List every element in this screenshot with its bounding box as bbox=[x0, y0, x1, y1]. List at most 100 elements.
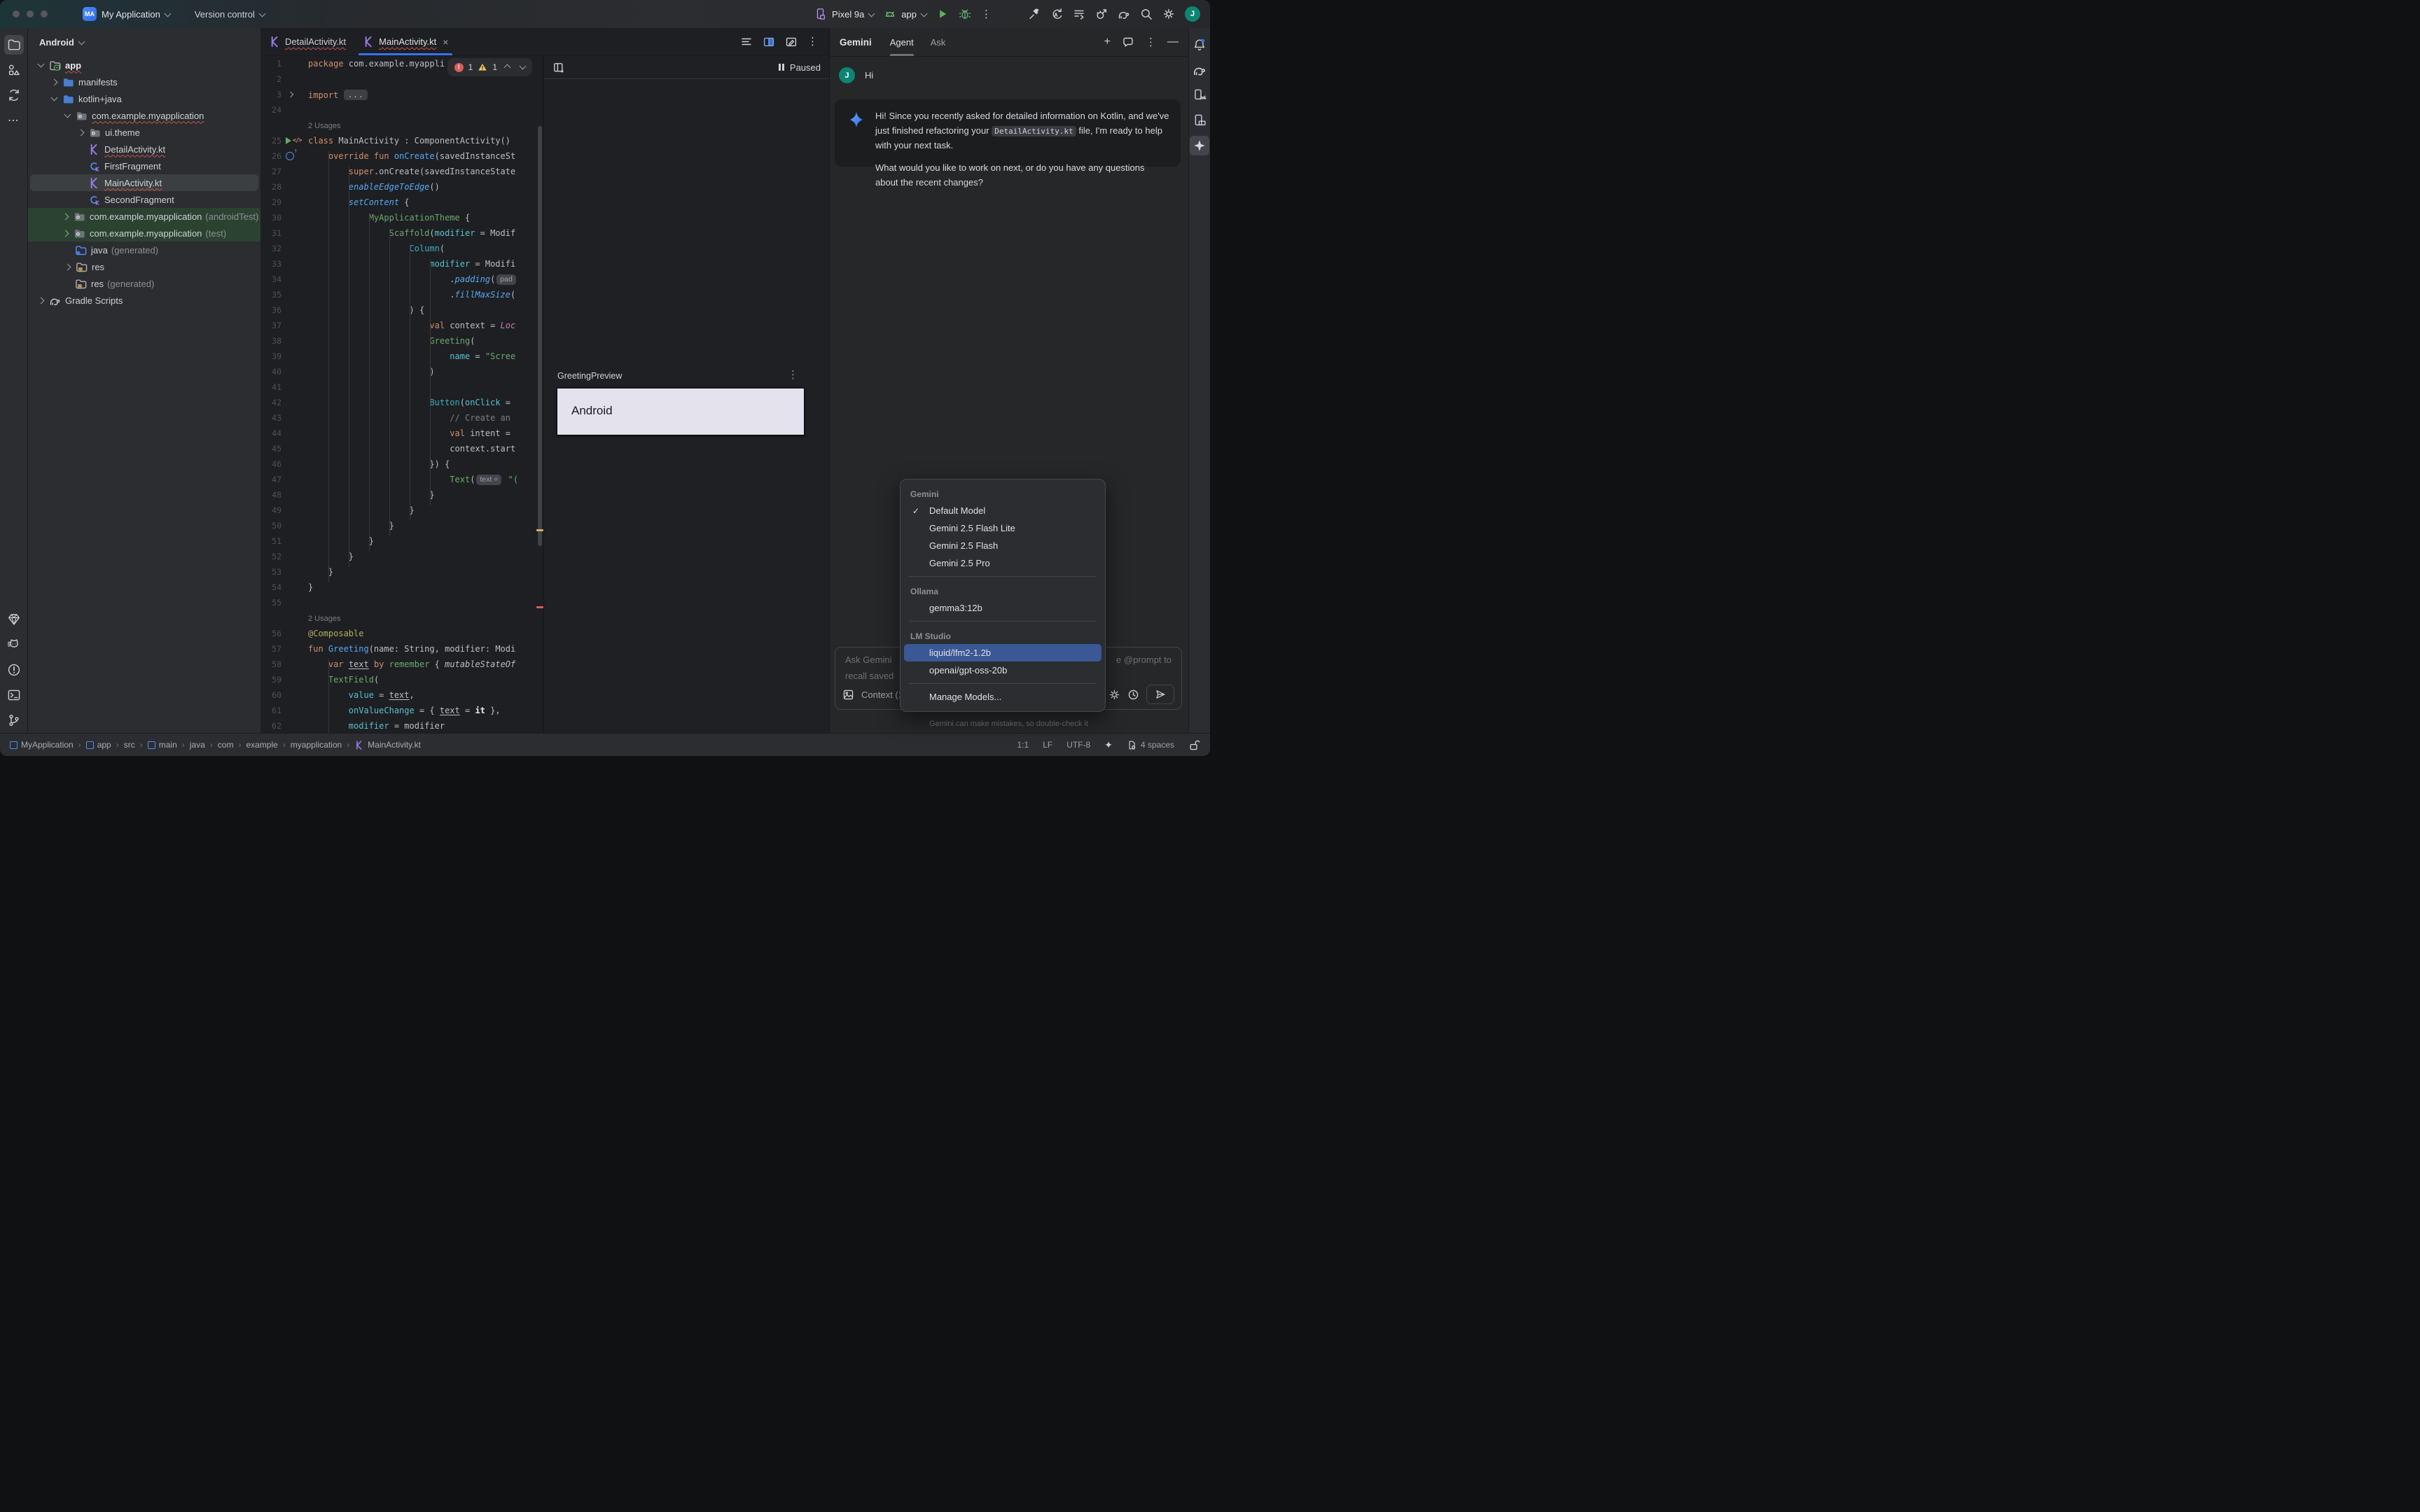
project-selector[interactable]: My Application bbox=[97, 9, 170, 20]
menu-item-gemma3-12b[interactable]: gemma3:12b bbox=[904, 599, 1101, 617]
device-manager-button[interactable] bbox=[1073, 8, 1085, 20]
logcat-icon[interactable] bbox=[4, 635, 24, 654]
breadcrumb-main[interactable]: main bbox=[148, 740, 177, 750]
preview-layout-icon[interactable] bbox=[552, 62, 564, 74]
run-gutter-icon[interactable] bbox=[286, 137, 291, 144]
tree-item-res[interactable]: res(generated) bbox=[30, 275, 258, 292]
file-encoding[interactable]: UTF-8 bbox=[1066, 740, 1090, 750]
tree-chevron-icon[interactable] bbox=[64, 263, 71, 270]
code-line-30[interactable]: 30 MyApplicationTheme { bbox=[260, 210, 543, 225]
warning-stripe-mark[interactable] bbox=[536, 529, 543, 531]
tree-item-secondfragment[interactable]: SecondFragment bbox=[30, 191, 258, 208]
next-error-icon[interactable] bbox=[520, 63, 527, 70]
build-button[interactable] bbox=[1028, 8, 1041, 20]
indent-widget[interactable]: 4 spaces bbox=[1127, 740, 1174, 750]
code-line-46[interactable]: 46 }) { bbox=[260, 456, 543, 472]
vcs-widget[interactable]: Version control bbox=[190, 9, 265, 20]
notifications-icon[interactable] bbox=[1190, 35, 1209, 55]
code-line-58[interactable]: 58 var text by remember { mutableStateOf bbox=[260, 657, 543, 672]
terminal-icon[interactable] bbox=[4, 685, 24, 705]
running-devices-icon[interactable] bbox=[1190, 111, 1209, 130]
tree-item-com-example-myapplication[interactable]: com.example.myapplication(test) bbox=[28, 225, 260, 241]
code-line-50[interactable]: 50 } bbox=[260, 518, 543, 533]
tree-item-com-example-myapplication[interactable]: com.example.myapplication(androidTest) bbox=[28, 208, 260, 225]
caret-position[interactable]: 1:1 bbox=[1017, 740, 1029, 750]
tree-item-java[interactable]: java(generated) bbox=[30, 241, 258, 258]
code-line-57[interactable]: 57fun Greeting(name: String, modifier: M… bbox=[260, 641, 543, 657]
device-selector[interactable]: Pixel 9a bbox=[814, 8, 874, 20]
search-everywhere-button[interactable] bbox=[1140, 8, 1153, 20]
tree-item-manifests[interactable]: manifests bbox=[30, 74, 258, 90]
tree-item-res[interactable]: res bbox=[30, 258, 258, 275]
code-line-34[interactable]: 34 .padding(pad bbox=[260, 272, 543, 287]
window-minimize-button[interactable] bbox=[27, 10, 34, 18]
tab-ask[interactable]: Ask bbox=[931, 28, 946, 56]
user-avatar[interactable]: J bbox=[1185, 6, 1200, 22]
code-line-43[interactable]: 43 // Create an bbox=[260, 410, 543, 426]
usages-inlay-hint[interactable]: 2 Usages bbox=[260, 118, 543, 133]
prompt-settings-gear-icon[interactable] bbox=[1108, 689, 1120, 701]
device-manager-icon[interactable] bbox=[1190, 85, 1209, 105]
tree-item-app[interactable]: app bbox=[30, 57, 258, 74]
design-view-icon[interactable] bbox=[785, 36, 798, 48]
breadcrumb-src[interactable]: src bbox=[124, 740, 135, 750]
code-line-56[interactable]: 56@Composable bbox=[260, 626, 543, 641]
problems-icon[interactable] bbox=[4, 660, 24, 680]
close-tab-icon[interactable]: × bbox=[443, 36, 448, 48]
tree-chevron-icon[interactable] bbox=[62, 230, 69, 237]
tree-chevron-icon[interactable] bbox=[78, 129, 85, 136]
breadcrumb-app[interactable]: app bbox=[86, 740, 111, 750]
code-line-37[interactable]: 37 val context = Loc bbox=[260, 318, 543, 333]
code-line-42[interactable]: 42 Button(onClick = bbox=[260, 395, 543, 410]
breadcrumb-myapplication[interactable]: MyApplication bbox=[10, 740, 74, 750]
preview-canvas[interactable]: Android bbox=[557, 388, 805, 435]
code-line-47[interactable]: 47 Text(text = "( bbox=[260, 472, 543, 487]
code-editor[interactable]: 1package com.example.myappli23import ...… bbox=[260, 56, 543, 733]
tree-item-ui-theme[interactable]: ui.theme bbox=[30, 124, 258, 141]
run-configuration-selector[interactable]: app bbox=[884, 8, 926, 20]
code-line-48[interactable]: 48 } bbox=[260, 487, 543, 503]
code-line-28[interactable]: 28 enableEdgeToEdge() bbox=[260, 179, 543, 195]
prev-error-icon[interactable] bbox=[504, 64, 511, 71]
fold-gutter-icon[interactable] bbox=[288, 92, 293, 97]
tree-chevron-icon[interactable] bbox=[64, 111, 71, 118]
prompt-history-clock-icon[interactable] bbox=[1127, 689, 1139, 701]
tree-chevron-icon[interactable] bbox=[38, 297, 45, 304]
code-view-icon[interactable] bbox=[740, 36, 753, 48]
split-view-icon[interactable] bbox=[763, 36, 775, 48]
more-run-options-button[interactable]: ⋮ bbox=[981, 9, 992, 20]
debug-button[interactable] bbox=[959, 8, 971, 20]
tree-chevron-icon[interactable] bbox=[38, 61, 45, 68]
code-line-36[interactable]: 36 ) { bbox=[260, 302, 543, 318]
code-line-26[interactable]: 26 override fun onCreate(savedInstanceSt bbox=[260, 148, 543, 164]
menu-item-gemini-2-5-flash-lite[interactable]: Gemini 2.5 Flash Lite bbox=[904, 519, 1101, 537]
settings-button[interactable] bbox=[1162, 8, 1175, 20]
code-line-44[interactable]: 44 val intent = bbox=[260, 426, 543, 441]
code-line-59[interactable]: 59 TextField( bbox=[260, 672, 543, 687]
gradle-sync-button[interactable] bbox=[1118, 8, 1130, 20]
code-line-27[interactable]: 27 super.onCreate(savedInstanceState bbox=[260, 164, 543, 179]
menu-item-gemini-2-5-pro[interactable]: Gemini 2.5 Pro bbox=[904, 554, 1101, 572]
code-line-38[interactable]: 38 Greeting( bbox=[260, 333, 543, 349]
code-line-39[interactable]: 39 name = "Scree bbox=[260, 349, 543, 364]
app-quality-insights-icon[interactable] bbox=[4, 610, 24, 629]
attach-image-icon[interactable] bbox=[842, 689, 854, 701]
gemini-options-icon[interactable]: ⋮ bbox=[1146, 37, 1156, 48]
hide-panel-icon[interactable]: — bbox=[1167, 36, 1178, 48]
new-chat-icon[interactable]: + bbox=[1104, 36, 1111, 48]
tree-item-detailactivity-kt[interactable]: DetailActivity.kt bbox=[30, 141, 258, 158]
resource-manager-icon[interactable] bbox=[4, 60, 24, 80]
tree-item-gradle-scripts[interactable]: Gradle Scripts bbox=[30, 292, 258, 309]
code-line-53[interactable]: 53 } bbox=[260, 564, 543, 580]
tree-chevron-icon[interactable] bbox=[51, 94, 58, 102]
code-line-62[interactable]: 62 modifier = modifier bbox=[260, 718, 543, 733]
tree-chevron-icon[interactable] bbox=[62, 213, 69, 220]
lock-open-icon[interactable] bbox=[1188, 739, 1200, 751]
sync-icon[interactable] bbox=[4, 85, 24, 105]
tree-item-firstfragment[interactable]: FirstFragment bbox=[30, 158, 258, 174]
code-line-31[interactable]: 31 Scaffold(modifier = Modif bbox=[260, 225, 543, 241]
menu-item-openai-gpt-oss-20b[interactable]: openai/gpt-oss-20b bbox=[904, 662, 1101, 679]
window-zoom-button[interactable] bbox=[41, 10, 48, 18]
inspection-widget[interactable]: ! 1 1 bbox=[447, 58, 532, 76]
gemini-status-sparkle-icon[interactable]: ✦ bbox=[1104, 739, 1113, 751]
